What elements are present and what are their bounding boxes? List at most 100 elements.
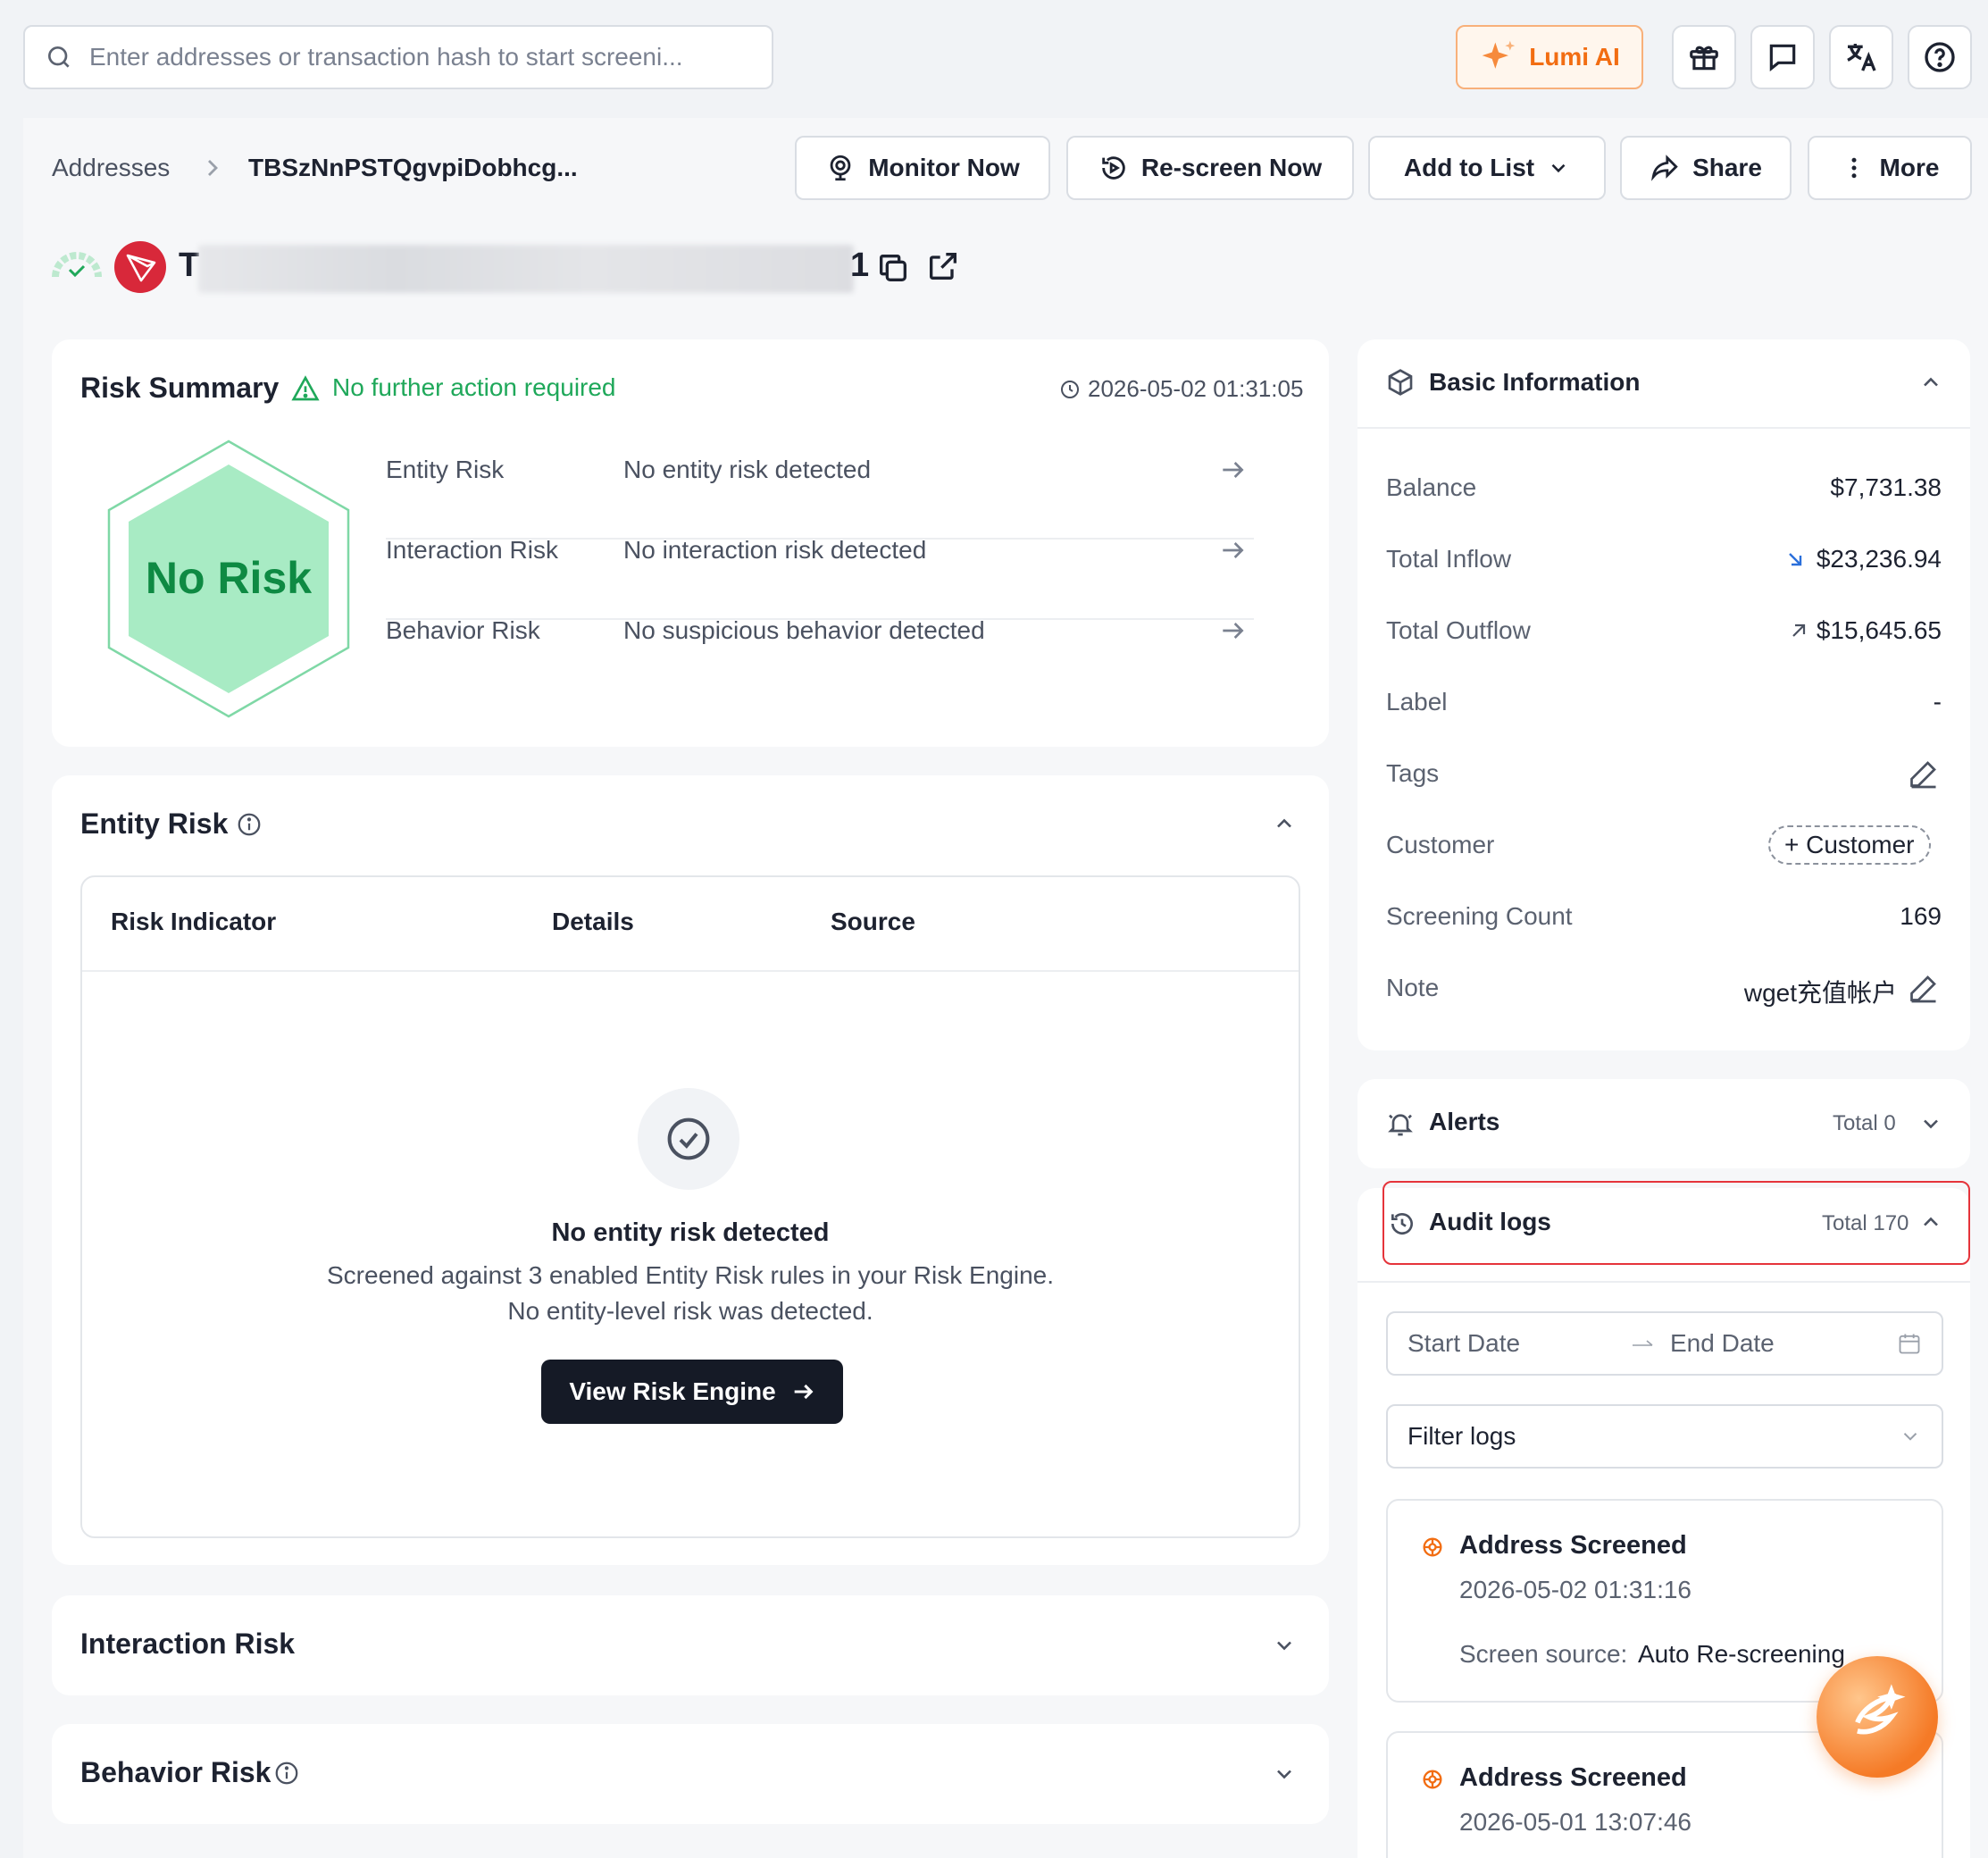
log-source-value: Auto Re-screening — [1638, 1640, 1845, 1668]
gift-icon — [1687, 40, 1721, 74]
view-risk-engine-label: View Risk Engine — [569, 1377, 776, 1405]
search-input[interactable]: Enter addresses or transaction hash to s… — [23, 25, 773, 89]
empty-state-icon-bg — [638, 1088, 739, 1190]
filter-logs-select[interactable]: Filter logs — [1386, 1404, 1943, 1469]
view-risk-engine-button[interactable]: View Risk Engine — [541, 1360, 843, 1424]
risk-summary-card: Risk Summary No further action required … — [52, 339, 1329, 747]
arrow-right-icon — [1218, 616, 1247, 645]
share-icon — [1650, 153, 1680, 183]
rescreen-icon — [1098, 153, 1129, 183]
divider — [1357, 427, 1970, 429]
total-outflow-label: Total Outflow — [1386, 616, 1531, 644]
interaction-risk-row[interactable]: Interaction Risk No interaction risk det… — [386, 509, 1254, 590]
divider — [1357, 1281, 1970, 1283]
add-customer-chip[interactable]: + Customer — [1768, 825, 1931, 865]
chevron-up-icon[interactable] — [1918, 370, 1943, 395]
row-label: Entity Risk — [386, 456, 505, 483]
behavior-risk-card[interactable]: Behavior Risk — [52, 1724, 1329, 1824]
log-title: Address Screened — [1459, 1531, 1687, 1560]
risk-gauge-icon — [50, 248, 104, 280]
bell-icon — [1386, 1109, 1415, 1138]
empty-state-line1: Screened against 3 enabled Entity Risk r… — [327, 1261, 1054, 1289]
share-button[interactable]: Share — [1620, 136, 1792, 200]
address-prefix: T — [179, 247, 200, 284]
behavior-risk-row[interactable]: Behavior Risk No suspicious behavior det… — [386, 590, 1254, 670]
chevron-up-icon[interactable] — [1272, 811, 1297, 836]
basic-information-title: Basic Information — [1429, 368, 1641, 396]
edit-tags-icon[interactable] — [1908, 757, 1940, 790]
add-to-list-button[interactable]: Add to List — [1368, 136, 1606, 200]
clock-icon — [1059, 379, 1081, 400]
chevron-down-icon[interactable] — [1918, 1111, 1943, 1136]
alerts-title: Alerts — [1429, 1108, 1500, 1135]
lumi-ai-label: Lumi AI — [1529, 43, 1620, 71]
row-value: No entity risk detected — [623, 456, 872, 483]
risk-status: No further action required — [332, 373, 616, 401]
chevron-down-icon — [1547, 156, 1570, 180]
tags-label: Tags — [1386, 759, 1440, 787]
total-inflow-value: $23,236.94 — [1816, 545, 1942, 573]
date-range-picker[interactable]: Start Date End Date — [1386, 1311, 1943, 1376]
chat-button[interactable] — [1750, 25, 1815, 89]
alerts-card[interactable]: Alerts Total 0 — [1357, 1079, 1970, 1168]
edit-note-icon[interactable] — [1908, 972, 1940, 1004]
assistant-sparkle-icon — [1843, 1683, 1911, 1751]
copy-icon[interactable] — [875, 250, 911, 286]
arrow-right-icon — [790, 1379, 815, 1404]
monitor-now-button[interactable]: Monitor Now — [795, 136, 1050, 200]
entity-risk-row[interactable]: Entity Risk No entity risk detected — [386, 429, 1254, 509]
external-link-icon[interactable] — [925, 248, 961, 284]
risk-timestamp: 2026-05-02 01:31:05 — [1088, 375, 1304, 402]
chevron-down-icon[interactable] — [1272, 1633, 1297, 1658]
more-button[interactable]: More — [1808, 136, 1972, 200]
info-icon[interactable] — [273, 1760, 300, 1787]
empty-state-title: No entity risk detected — [551, 1218, 830, 1247]
audit-logs-title: Audit logs — [1429, 1208, 1551, 1235]
translate-button[interactable] — [1829, 25, 1893, 89]
calendar-icon — [1897, 1331, 1922, 1356]
note-label: Note — [1386, 974, 1440, 1001]
row-label: Behavior Risk — [386, 616, 540, 644]
help-button[interactable] — [1908, 25, 1972, 89]
chevron-up-icon — [1918, 1209, 1943, 1234]
empty-state-line2: No entity-level risk was detected. — [507, 1297, 873, 1325]
audit-logs-total: Total 170 — [1822, 1211, 1909, 1235]
arrow-up-right-icon — [1788, 620, 1809, 641]
address-redacted — [198, 245, 854, 293]
info-icon[interactable] — [236, 811, 263, 838]
more-vertical-icon — [1841, 155, 1867, 181]
column-header-source: Source — [831, 908, 915, 935]
audit-logs-header[interactable]: Audit logs Total 170 — [1382, 1181, 1970, 1265]
search-placeholder: Enter addresses or transaction hash to s… — [89, 43, 683, 71]
chevron-down-icon[interactable] — [1272, 1762, 1297, 1787]
interaction-risk-card[interactable]: Interaction Risk — [52, 1595, 1329, 1695]
help-icon — [1922, 39, 1958, 75]
label-value: - — [1933, 688, 1942, 716]
table-header-divider — [82, 970, 1299, 972]
start-date-input[interactable]: Start Date — [1407, 1329, 1631, 1358]
assistant-fab[interactable] — [1817, 1656, 1938, 1778]
chevron-right-icon — [204, 157, 221, 179]
entity-risk-title: Entity Risk — [80, 808, 229, 840]
more-label: More — [1879, 154, 1940, 181]
lumi-ai-button[interactable]: Lumi AI — [1456, 25, 1643, 89]
label-label: Label — [1386, 688, 1448, 716]
end-date-input[interactable]: End Date — [1670, 1329, 1897, 1358]
screen-icon — [1420, 1535, 1445, 1560]
basic-information-card: Basic Information Balance $7,731.38 Tota… — [1357, 339, 1970, 1050]
risk-summary-title: Risk Summary — [80, 372, 280, 404]
risk-level-label: No Risk — [145, 553, 313, 603]
monitor-now-label: Monitor Now — [868, 154, 1020, 181]
check-circle-icon — [664, 1115, 713, 1163]
alerts-total: Total 0 — [1833, 1111, 1896, 1135]
log-time: 2026-05-01 13:07:46 — [1459, 1808, 1691, 1836]
search-icon — [45, 43, 73, 71]
row-value: No suspicious behavior detected — [623, 616, 985, 644]
gift-button[interactable] — [1672, 25, 1736, 89]
rescreen-now-button[interactable]: Re-screen Now — [1066, 136, 1354, 200]
log-time: 2026-05-02 01:31:16 — [1459, 1576, 1691, 1603]
translate-icon — [1843, 39, 1879, 75]
arrow-right-icon — [1631, 1335, 1654, 1352]
breadcrumb-root[interactable]: Addresses — [52, 154, 170, 182]
add-to-list-label: Add to List — [1403, 154, 1535, 181]
